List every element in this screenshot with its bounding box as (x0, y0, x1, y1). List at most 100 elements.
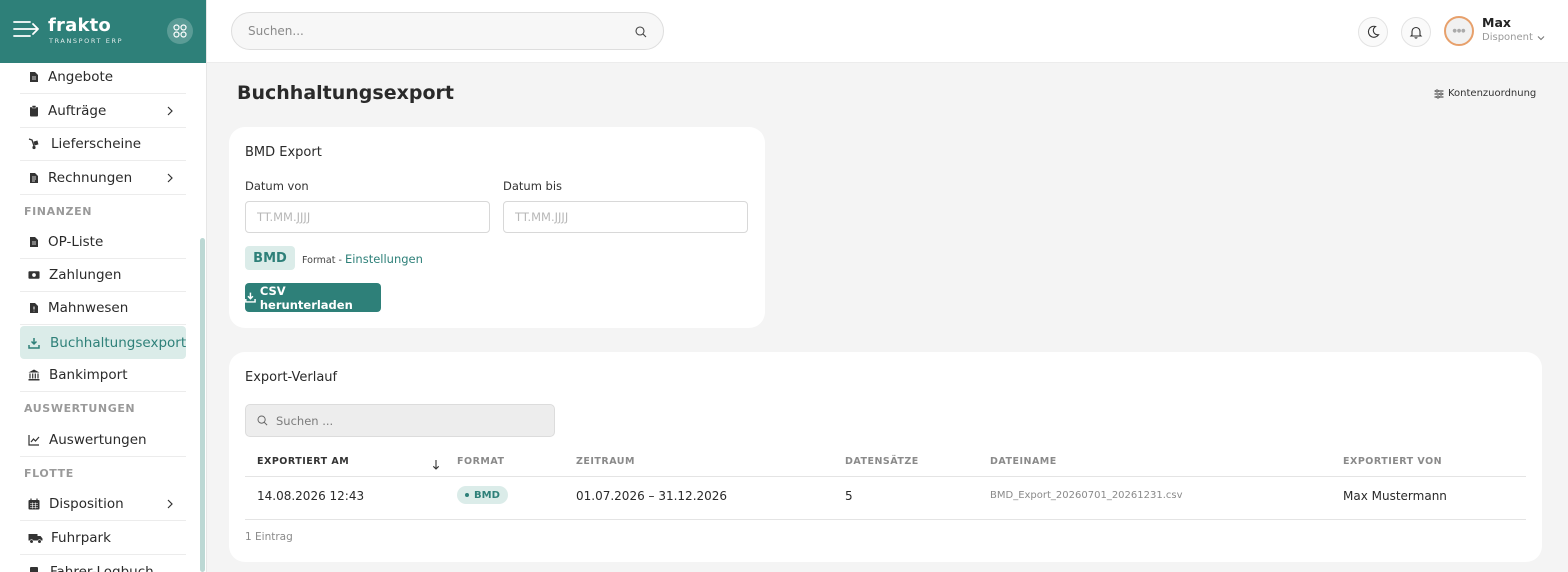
user-role-label: Disponent (1482, 32, 1533, 43)
column-header-filename[interactable]: DATEINAME (990, 456, 1057, 467)
cell-exported-at: 14.08.2026 12:43 (257, 489, 365, 503)
chevron-down-icon (1537, 35, 1545, 40)
dolly-icon (28, 138, 40, 150)
sidebar-item-label: Disposition (49, 496, 124, 512)
sidebar-item-auswertungen[interactable]: Auswertungen (20, 424, 186, 457)
page-title: Buchhaltungsexport (237, 82, 454, 104)
bell-icon (1409, 26, 1423, 39)
truck-icon (28, 532, 43, 544)
section-finanzen: FINANZEN (24, 205, 93, 218)
sidebar-item-label: Fuhrpark (51, 530, 111, 546)
user-role[interactable]: Disponent (1482, 32, 1546, 43)
user-name[interactable]: Max (1482, 15, 1511, 30)
sidebar-item-label: Mahnwesen (48, 300, 129, 316)
format-label: Format - (302, 255, 345, 266)
date-to-field[interactable] (503, 201, 748, 233)
section-flotte: FLOTTE (24, 467, 74, 480)
kontenzuordnung-label: Kontenzuordnung (1448, 88, 1537, 99)
table-row-divider (245, 519, 1526, 520)
global-search-input[interactable] (248, 13, 618, 49)
csv-download-label: CSV herunterladen (259, 283, 353, 312)
sidebar-item-angebote[interactable]: Angebote (20, 61, 186, 94)
csv-download-button[interactable]: CSV herunterladen (245, 283, 381, 312)
format-badge: BMD (457, 486, 508, 504)
cash-icon (28, 269, 40, 281)
cell-period: 01.07.2026 – 31.12.2026 (576, 489, 728, 503)
column-header-records[interactable]: DATENSÄTZE (845, 456, 919, 467)
brand-name: frakto (48, 15, 111, 36)
sidebar-scrollbar[interactable] (200, 238, 205, 572)
chevron-right-icon (167, 499, 173, 509)
chevron-right-icon (167, 106, 173, 116)
document-alert-icon (28, 302, 40, 314)
dark-mode-button[interactable] (1358, 17, 1388, 47)
cell-records: 5 (845, 489, 853, 503)
search-icon (257, 415, 268, 426)
settings-link[interactable]: Einstellungen (345, 252, 423, 266)
download-icon (245, 292, 256, 303)
sidebar-item-fuhrpark[interactable]: Fuhrpark (20, 522, 186, 555)
column-header-exported-by[interactable]: EXPORTIERT VON (1343, 456, 1442, 467)
date-from-input[interactable] (246, 202, 489, 232)
sidebar-item-label: Fahrer-Logbuch (50, 564, 154, 572)
sidebar-item-op-liste[interactable]: OP-Liste (20, 226, 186, 259)
global-search[interactable] (231, 12, 664, 50)
sidebar-item-label: Zahlungen (49, 267, 122, 283)
sidebar-item-zahlungen[interactable]: Zahlungen (20, 259, 186, 292)
book-icon (28, 566, 40, 572)
date-to-label: Datum bis (503, 179, 563, 193)
chevron-right-icon (167, 173, 173, 183)
sidebar-item-disposition[interactable]: Disposition (20, 488, 186, 521)
format-chip: BMD (245, 246, 295, 270)
invoice-icon (28, 172, 40, 184)
brand-header: frakto TRANSPORT ERP (0, 0, 206, 63)
moon-icon (1367, 25, 1380, 38)
history-search[interactable] (245, 404, 555, 437)
date-from-field[interactable] (245, 201, 490, 233)
sidebar-item-label: Buchhaltungsexport (50, 334, 187, 351)
calendar-icon (28, 498, 40, 510)
column-header-exported-at[interactable]: EXPORTIERT AM (257, 456, 349, 467)
kontenzuordnung-link[interactable]: Kontenzuordnung (1434, 88, 1536, 99)
bank-icon (28, 369, 40, 381)
column-header-format[interactable]: FORMAT (457, 456, 504, 467)
cell-filename[interactable]: BMD_Export_20260701_20261231.csv (990, 490, 1183, 501)
sidebar-item-lieferscheine[interactable]: Lieferscheine (20, 128, 186, 161)
document-icon (28, 71, 40, 83)
document-icon (28, 236, 40, 248)
sidebar-item-label: Angebote (48, 69, 114, 85)
card-title: BMD Export (245, 145, 322, 160)
avatar[interactable]: ●●● (1444, 16, 1474, 46)
column-header-period[interactable]: ZEITRAUM (576, 456, 635, 467)
sidebar-item-label: Aufträge (48, 103, 107, 119)
sidebar-item-label: Auswertungen (49, 432, 147, 448)
brand-subtitle: TRANSPORT ERP (49, 37, 124, 45)
card-title: Export-Verlauf (245, 370, 338, 385)
sidebar-item-rechnungen[interactable]: Rechnungen (20, 162, 186, 195)
sort-desc-icon[interactable] (431, 459, 441, 471)
sidebar-item-mahnwesen[interactable]: Mahnwesen (20, 292, 186, 325)
sidebar-item-buchhaltungsexport[interactable]: Buchhaltungsexport (20, 326, 186, 359)
apps-button[interactable] (167, 18, 193, 44)
notifications-button[interactable] (1401, 17, 1431, 47)
search-icon[interactable] (635, 26, 647, 38)
sidebar: frakto TRANSPORT ERP Angebote Aufträge L… (0, 0, 207, 572)
top-bar: ●●● Max Disponent (207, 0, 1568, 63)
sidebar-item-label: Lieferscheine (51, 136, 142, 152)
status-dot-icon (465, 493, 469, 497)
history-search-input[interactable] (276, 405, 546, 436)
menu-toggle-icon[interactable] (13, 19, 39, 39)
export-history-card: Export-Verlauf EXPORTIERT AM FORMAT ZEIT… (229, 352, 1542, 562)
clipboard-icon (28, 105, 40, 117)
sidebar-item-auftraege[interactable]: Aufträge (20, 95, 186, 128)
format-info: Format - Einstellungen (302, 252, 423, 266)
format-badge-label: BMD (474, 489, 500, 501)
chart-line-icon (28, 434, 40, 446)
date-from-label: Datum von (245, 179, 309, 193)
date-to-input[interactable] (504, 202, 747, 232)
sidebar-item-bankimport[interactable]: Bankimport (20, 359, 186, 392)
section-auswertungen: AUSWERTUNGEN (24, 402, 136, 415)
sidebar-item-fahrer-logbuch[interactable]: Fahrer-Logbuch (20, 556, 186, 572)
sidebar-item-label: Bankimport (49, 367, 128, 383)
sidebar-item-label: OP-Liste (48, 234, 104, 250)
